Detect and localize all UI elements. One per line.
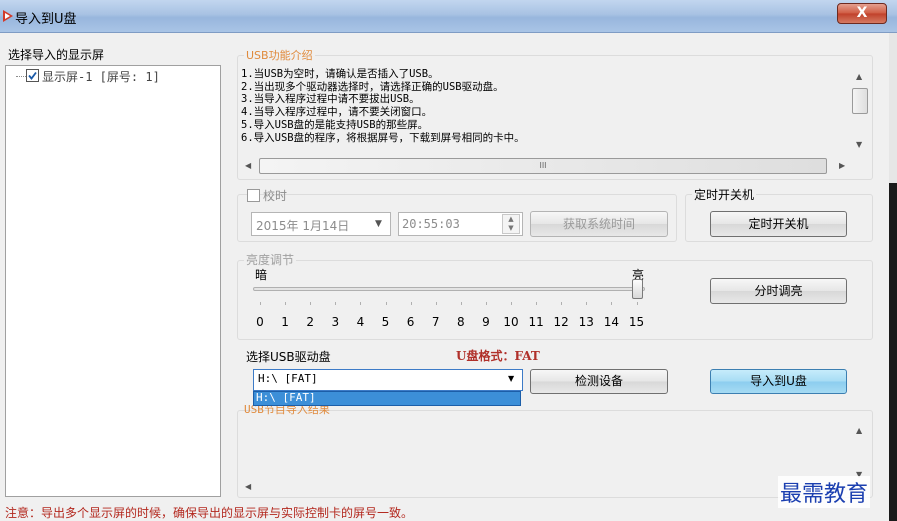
- brightness-tick: [360, 302, 362, 305]
- brightness-tick: [435, 302, 437, 305]
- brightness-tick: [636, 302, 638, 305]
- get-system-time-button[interactable]: 获取系统时间: [530, 211, 668, 237]
- usb-info-line: 6.导入USB盘的程序，将根据屏号，下载到屏号相同的卡中。: [241, 131, 525, 144]
- drive-select-value: H:\ [FAT]: [258, 372, 318, 385]
- brightness-scale-label: 1: [281, 315, 289, 329]
- usb-info-line: 2.当出现多个驱动器选择时，请选择正确的USB驱动盘。: [241, 80, 504, 93]
- brightness-scale-label: 14: [603, 315, 620, 329]
- check-icon: [28, 71, 37, 80]
- scroll-left-icon[interactable]: ◀: [245, 161, 251, 170]
- brightness-title: 亮度调节: [244, 251, 297, 268]
- usb-info-line: 4.当导入程序过程中，请不要关闭窗口。: [241, 106, 433, 119]
- brightness-tick: [285, 302, 287, 305]
- brightness-scale-label: 15: [628, 315, 645, 329]
- chevron-down-icon[interactable]: ▼: [375, 219, 382, 229]
- clock-sync-label: 校时: [263, 189, 288, 203]
- drive-option[interactable]: H:\ [FAT]: [256, 391, 316, 404]
- detect-device-button[interactable]: 检测设备: [530, 369, 668, 394]
- brightness-scale-label: 0: [256, 315, 264, 329]
- usb-info-text: 1.当USB为空时，请确认是否插入了USB。 2.当出现多个驱动器选择时，请选择…: [241, 68, 525, 144]
- brightness-scale-label: 10: [503, 315, 519, 329]
- usb-info-line: 5.导入USB盘的是能支持USB的那些屏。: [241, 118, 429, 131]
- footer-note: 注意：导出多个显示屏的时候，确保导出的显示屏与实际控制卡的屏号一致。: [5, 506, 414, 520]
- clock-sync-checkbox[interactable]: [247, 189, 260, 202]
- screen-list-caption: 选择导入的显示屏: [8, 48, 105, 62]
- screen-1-checkbox[interactable]: [26, 69, 39, 82]
- brightness-scale-label: 8: [456, 315, 465, 329]
- brightness-dark-label: 暗: [255, 268, 268, 282]
- brightness-slider-track[interactable]: [253, 287, 645, 291]
- timer-group-title: 定时开关机: [692, 186, 757, 203]
- usb-info-vertical-scrollbar[interactable]: ▲ ▼: [851, 66, 870, 156]
- brightness-scale-label: 13: [578, 315, 594, 329]
- time-spinner[interactable]: ▲ ▼: [502, 214, 520, 234]
- chevron-down-icon[interactable]: ▼: [508, 374, 514, 383]
- brightness-tick: [460, 302, 462, 305]
- watermark: 最需教育: [778, 476, 871, 508]
- time-value: 20:55:03: [402, 217, 460, 231]
- close-button[interactable]: X: [837, 3, 887, 24]
- brightness-tick: [561, 302, 563, 305]
- brightness-slider-thumb[interactable]: [631, 279, 643, 299]
- usb-info-title: USB功能介绍: [244, 47, 315, 63]
- brightness-tick: [536, 302, 538, 305]
- drive-format-label: U盘格式：FAT: [456, 349, 540, 363]
- scroll-up-icon[interactable]: ▲: [856, 72, 862, 81]
- brightness-tick: [586, 302, 588, 305]
- brightness-tick: [310, 302, 312, 305]
- tree-item-screen-1[interactable]: 显示屏-1 [屏号: 1]: [42, 68, 160, 85]
- timer-power-button[interactable]: 定时开关机: [710, 211, 847, 237]
- brightness-scale-label: 5: [381, 315, 390, 329]
- screen-tree[interactable]: [5, 65, 221, 497]
- timed-brightness-button[interactable]: 分时调亮: [710, 278, 847, 304]
- brightness-scale-label: 3: [331, 315, 340, 329]
- brightness-tick: [385, 302, 387, 305]
- brightness-scale-label: 4: [356, 315, 365, 329]
- scroll-thumb[interactable]: [852, 88, 868, 114]
- brightness-scale-label: 12: [553, 315, 569, 329]
- brightness-tick: [260, 302, 261, 305]
- brightness-tick: [611, 302, 613, 305]
- import-to-usb-button[interactable]: 导入到U盘: [710, 369, 847, 394]
- brightness-tick: [335, 302, 337, 305]
- scroll-up-icon[interactable]: ▲: [856, 426, 862, 435]
- usb-info-horizontal-scrollbar[interactable]: ◀ III ▶: [241, 157, 851, 175]
- drive-select-caption: 选择USB驱动盘: [246, 350, 331, 364]
- scroll-thumb[interactable]: III: [259, 158, 827, 174]
- window-edge-light: [889, 33, 897, 183]
- brightness-scale-label: 11: [528, 315, 544, 329]
- title-bar[interactable]: [0, 0, 897, 33]
- result-vertical-scrollbar[interactable]: ▲ ▼: [851, 418, 870, 483]
- scroll-right-icon[interactable]: ▶: [839, 161, 845, 170]
- brightness-scale-label: 9: [482, 315, 490, 329]
- brightness-tick: [485, 302, 487, 305]
- app-icon: [3, 10, 13, 22]
- date-value: 2015年 1月14日: [256, 219, 350, 233]
- usb-info-line: 3.当导入程序过程中请不要拔出USB。: [241, 93, 420, 106]
- brightness-scale-label: 2: [306, 315, 314, 329]
- brightness-scale-label: 6: [406, 315, 415, 329]
- brightness-tick: [511, 302, 512, 305]
- scroll-down-icon[interactable]: ▼: [856, 140, 862, 149]
- brightness-scale-label: 7: [431, 315, 440, 329]
- brightness-tick: [410, 302, 412, 305]
- usb-info-line: 1.当USB为空时，请确认是否插入了USB。: [241, 68, 439, 80]
- scroll-left-icon[interactable]: ◀: [245, 482, 251, 491]
- window-title: 导入到U盘: [15, 12, 77, 27]
- tree-connector: [16, 76, 26, 77]
